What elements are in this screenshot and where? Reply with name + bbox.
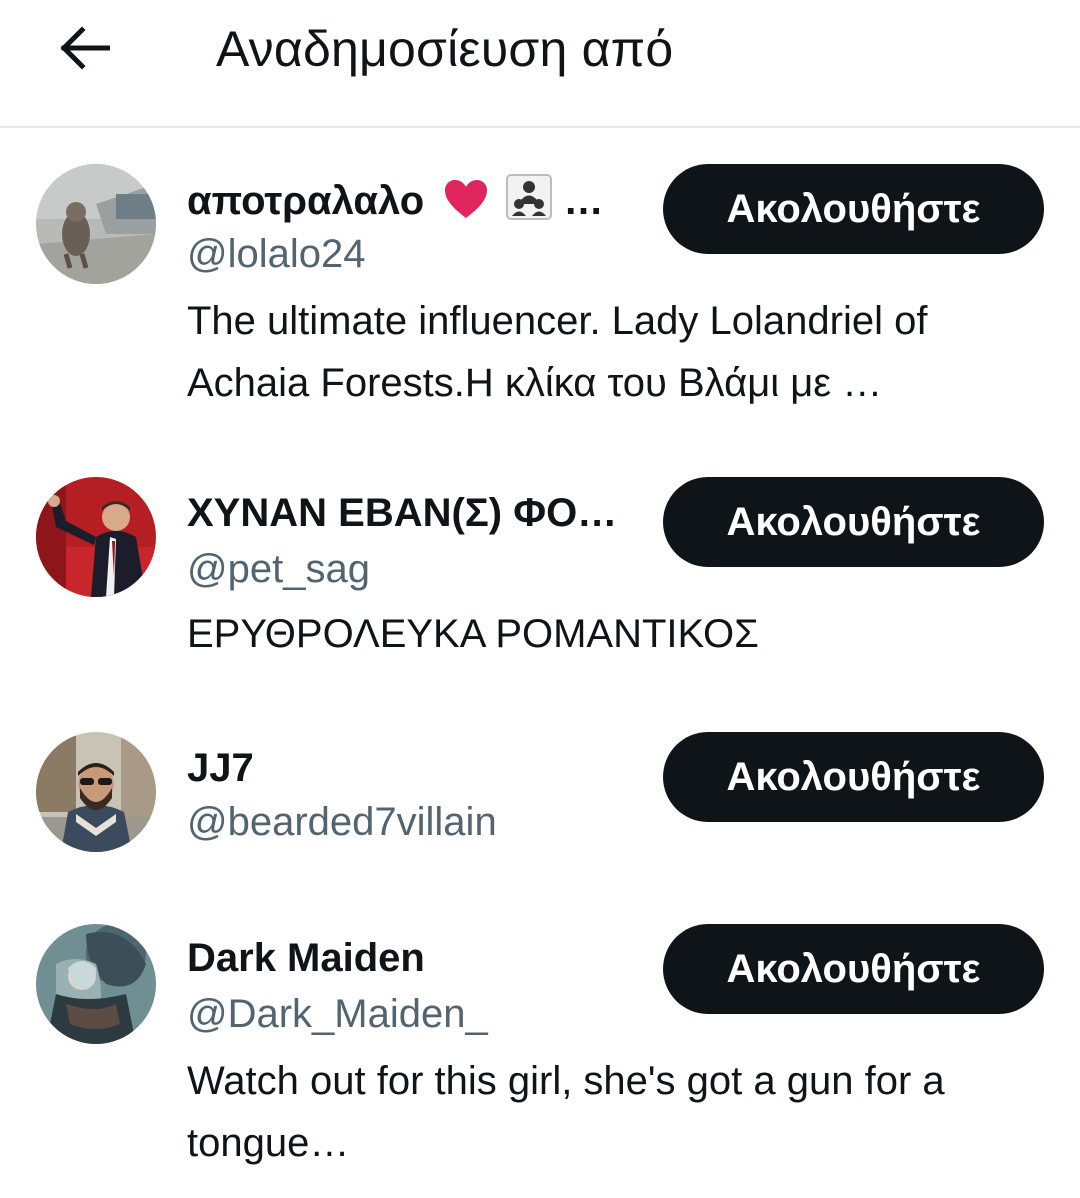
user-handle: @bearded7villain	[187, 800, 497, 844]
avatar[interactable]	[36, 732, 156, 852]
display-name: Dark Maiden	[187, 936, 425, 980]
top-app-bar: Αναδημοσίευση από	[0, 0, 1080, 128]
follow-button[interactable]: Ακολουθήστε	[663, 732, 1044, 822]
avatar[interactable]	[36, 924, 156, 1044]
user-cell[interactable]: αποτραλαλο … @lolalo24 The ultimate infl…	[0, 130, 1080, 430]
arrow-left-icon	[60, 26, 110, 70]
display-name-text: αποτραλαλο	[187, 179, 425, 223]
page-title: Αναδημοσίευση από	[216, 21, 674, 77]
heart-emoji-icon	[435, 179, 500, 223]
follow-button[interactable]: Ακολουθήστε	[663, 164, 1044, 254]
user-handle: @Dark_Maiden_	[187, 992, 488, 1036]
user-cell[interactable]: ΧΥΝΑΝ ΕΒΑΝ(Σ) ΦΟ… @pet_sag ΕΡΥΘΡΟΛΕΥΚΑ Ρ…	[0, 445, 1080, 675]
user-bio: ΕΡΥΘΡΟΛΕΥΚΑ ΡΟΜΑΝΤΙΚΟΣ	[187, 612, 759, 656]
user-bio: The ultimate influencer. Lady Lolandriel…	[187, 299, 928, 405]
back-button[interactable]	[54, 20, 114, 76]
people-emoji-icon	[500, 174, 563, 223]
display-name: JJ7	[187, 746, 254, 790]
display-name: ΧΥΝΑΝ ΕΒΑΝ(Σ) ΦΟ…	[187, 491, 618, 535]
user-handle: @lolalo24	[187, 232, 366, 276]
follow-button[interactable]: Ακολουθήστε	[663, 924, 1044, 1014]
user-cell[interactable]: JJ7 @bearded7villain Ακολουθήστε	[0, 700, 1080, 890]
user-bio: Watch out for this girl, she's got a gun…	[187, 1059, 945, 1165]
user-handle: @pet_sag	[187, 547, 370, 591]
follow-button[interactable]: Ακολουθήστε	[663, 477, 1044, 567]
avatar[interactable]	[36, 477, 156, 597]
user-cell[interactable]: Dark Maiden @Dark_Maiden_ Watch out for …	[0, 892, 1080, 1182]
display-name: αποτραλαλο …	[187, 174, 604, 225]
avatar[interactable]	[36, 164, 156, 284]
display-name-ellipsis: …	[563, 179, 604, 223]
